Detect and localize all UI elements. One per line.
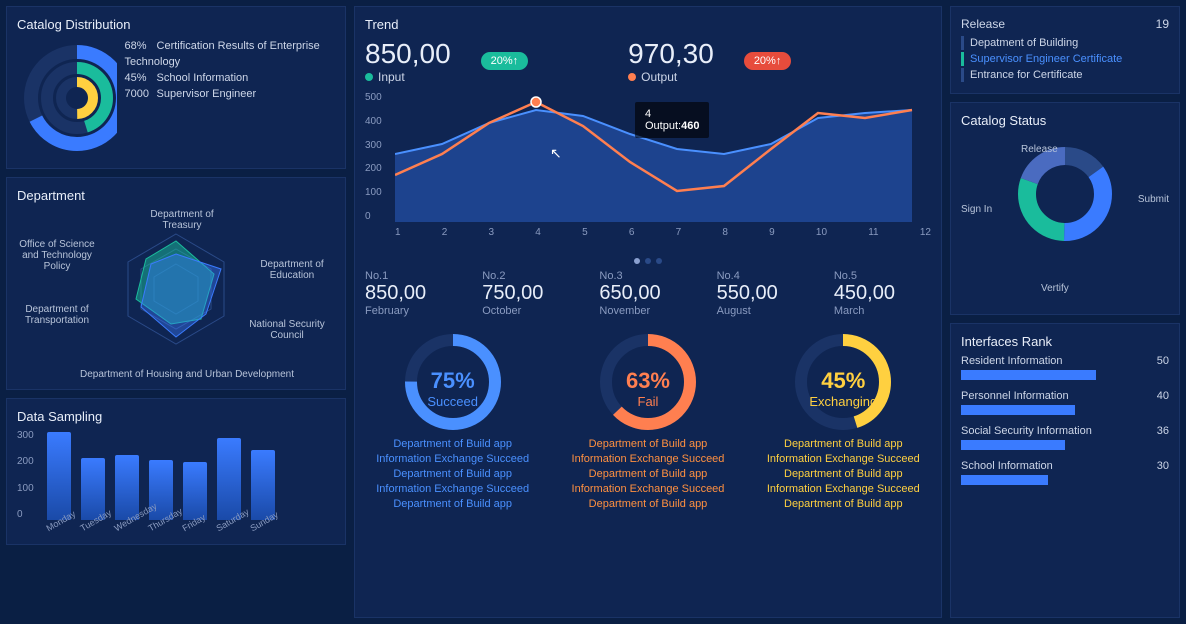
input-badge: 20%↑ <box>481 52 529 70</box>
dot-icon <box>365 73 373 81</box>
scroll-col: Department of Build appInformation Excha… <box>365 437 540 512</box>
catalog-status-panel: Catalog Status Release Submit Vertify Si… <box>950 102 1180 315</box>
interfaces-rank-item: Resident Information50 <box>961 355 1169 380</box>
output-badge: 20%↑ <box>744 52 792 70</box>
rank-item: No.1850,00February <box>365 270 462 317</box>
interfaces-rank-item: School Information30 <box>961 460 1169 485</box>
panel-title: Department <box>17 188 335 203</box>
pager[interactable] <box>365 258 931 264</box>
gauge-fail: 63% Fail <box>583 327 713 409</box>
panel-title: Interfaces Rank <box>961 334 1169 349</box>
interfaces-rank-item: Personnel Information40 <box>961 390 1169 415</box>
panel-title: Trend <box>365 17 931 32</box>
scroll-col: Department of Build appInformation Excha… <box>756 437 931 512</box>
interfaces-rank-item: Social Security Information36 <box>961 425 1169 450</box>
input-value: 850,00 <box>365 38 451 70</box>
trend-chart[interactable]: 0100 200300 400500 12 34 56 78 910 1112 … <box>365 92 931 252</box>
dot-icon <box>628 73 636 81</box>
catalog-distribution-panel: Catalog Distribution 68%Certification Re… <box>6 6 346 169</box>
department-panel: Department Department of Treasury Depart… <box>6 177 346 390</box>
data-sampling-panel: Data Sampling 0 100 200 300 Monday Tuesd… <box>6 398 346 545</box>
interfaces-rank-panel: Interfaces Rank Resident Information50 Pe… <box>950 323 1180 618</box>
output-value: 970,30 <box>628 38 714 70</box>
gauge-succeed: 75% Succeed <box>388 327 518 409</box>
rank-item: No.5450,00March <box>834 270 931 317</box>
release-item[interactable]: Entrance for Certificate <box>961 67 1169 83</box>
release-item[interactable]: Supervisor Engineer Certificate <box>961 51 1169 67</box>
chart-tooltip: 4 Output:460 <box>635 102 709 138</box>
rank-item: No.2750,00October <box>482 270 579 317</box>
scroll-col: Department of Build appInformation Excha… <box>560 437 735 512</box>
radar-chart <box>101 209 251 359</box>
trend-panel: Trend 850,00 Input 20%↑ 970,30 Output 20… <box>354 6 942 618</box>
rank-item: No.4550,00August <box>717 270 814 317</box>
release-item[interactable]: Depatment of Building <box>961 35 1169 51</box>
gauge-exchanging: 45% Exchanging <box>778 327 908 409</box>
rank-item: No.3650,00November <box>599 270 696 317</box>
panel-title: Catalog Status <box>961 113 1169 128</box>
panel-title: Catalog Distribution <box>17 17 335 32</box>
release-panel: Release19 Depatment of Building Supervis… <box>950 6 1180 94</box>
catalog-donut <box>17 38 117 158</box>
panel-title: Data Sampling <box>17 409 335 424</box>
